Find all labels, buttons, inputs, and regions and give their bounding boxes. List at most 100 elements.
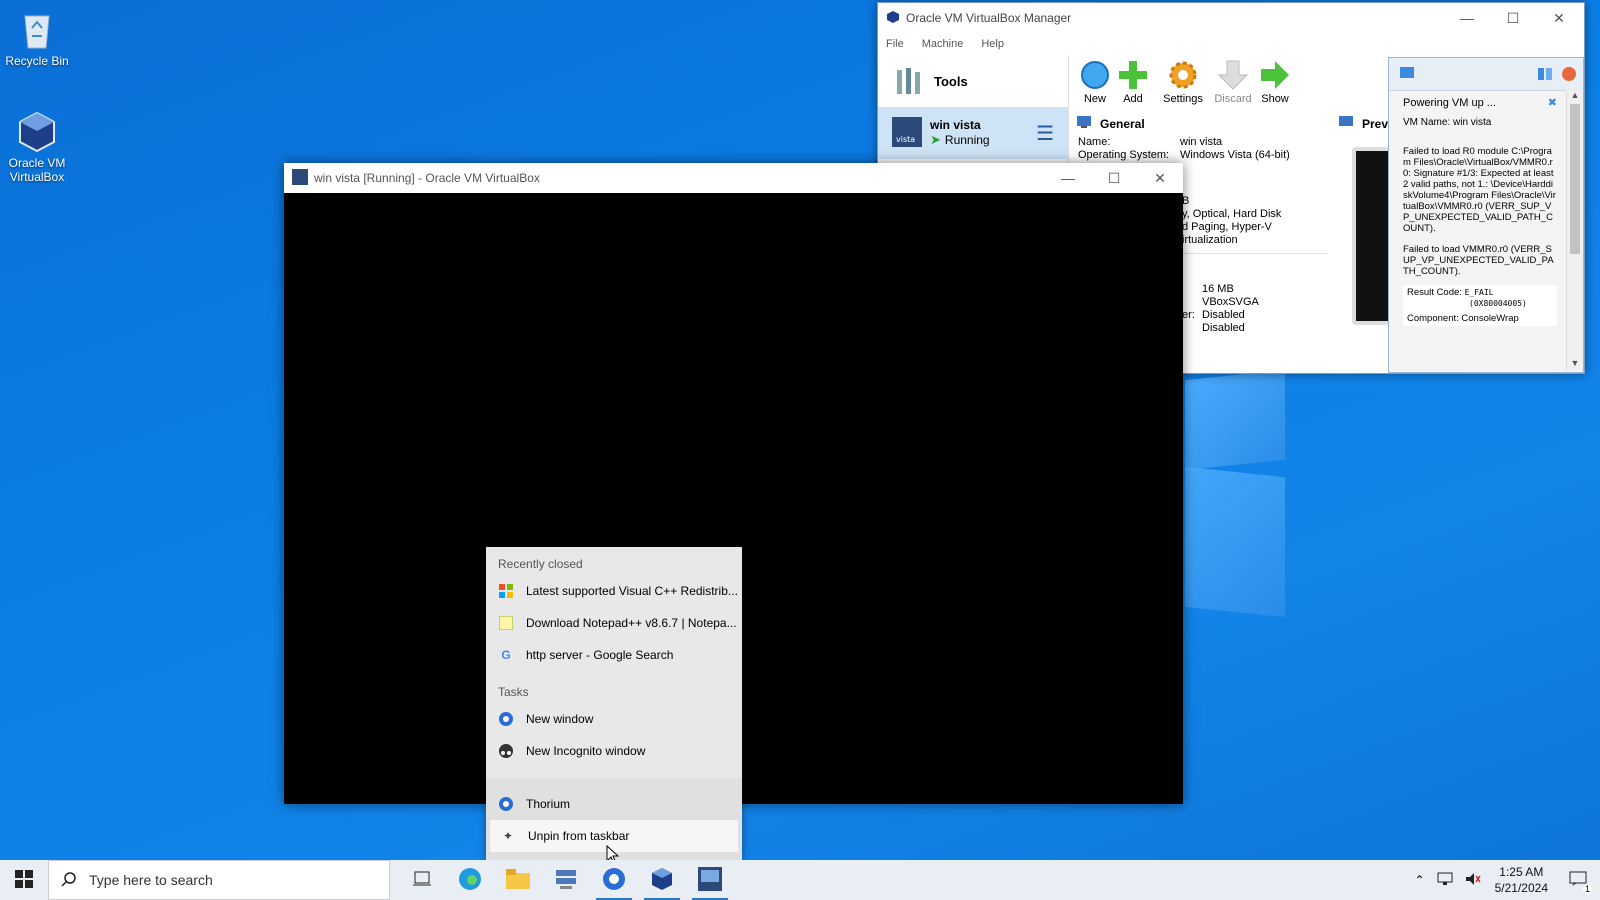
- network-icon[interactable]: [1431, 872, 1459, 889]
- taskbar-edge[interactable]: [446, 860, 494, 900]
- recent-item[interactable]: Latest supported Visual C++ Redistrib...: [486, 575, 742, 607]
- notepad-plus-plus-icon: [498, 615, 514, 631]
- maximize-button[interactable]: ☐: [1091, 163, 1137, 193]
- detail-video-capture: Disabled: [1202, 322, 1245, 334]
- taskbar-thorium[interactable]: [590, 860, 638, 900]
- taskbar-search-box[interactable]: Type here to search: [48, 860, 390, 900]
- unpin-label: Unpin from taskbar: [528, 829, 630, 843]
- task-new-window[interactable]: New window: [486, 703, 742, 735]
- scroll-thumb[interactable]: [1570, 104, 1580, 254]
- notification-vm-name: VM Name: win vista: [1403, 117, 1492, 128]
- close-button[interactable]: ✕: [1536, 3, 1582, 33]
- detail-value: win vista: [1180, 136, 1223, 148]
- taskbar-file-explorer[interactable]: [494, 860, 542, 900]
- discard-button[interactable]: Discard: [1210, 59, 1256, 105]
- thorium-icon: [498, 711, 514, 727]
- notification-icon[interactable]: [1399, 66, 1415, 85]
- chevron-up-icon[interactable]: ⌃: [1409, 873, 1431, 887]
- scroll-up-icon[interactable]: ▲: [1567, 90, 1583, 100]
- app-item-thorium[interactable]: Thorium: [486, 788, 742, 820]
- search-placeholder: Type here to search: [89, 872, 213, 888]
- folder-icon: [506, 868, 530, 892]
- vm-window-title: win vista [Running] - Oracle VM VirtualB…: [314, 171, 540, 185]
- detail-key: Operating System:: [1078, 149, 1170, 161]
- detail-value: Windows Vista (64-bit): [1180, 149, 1290, 161]
- general-section-header[interactable]: General: [1070, 111, 1328, 136]
- manager-titlebar: Oracle VM VirtualBox Manager — ☐ ✕: [878, 3, 1584, 33]
- taskbar-clock[interactable]: 1:25 AM 5/21/2024: [1487, 864, 1556, 896]
- taskbar-vista-vm[interactable]: [686, 860, 734, 900]
- task-view-button[interactable]: [398, 860, 446, 900]
- notification-close-icon[interactable]: ✖: [1548, 98, 1557, 109]
- machine-menu-icon[interactable]: ☰: [1036, 121, 1054, 146]
- tools-icon: [894, 64, 924, 99]
- windows-logo-pane: [1185, 466, 1285, 618]
- detail-video-memory: 16 MB: [1202, 283, 1234, 295]
- thorium-icon: [602, 867, 626, 894]
- recently-closed-header: Recently closed: [498, 557, 583, 571]
- manager-title: Oracle VM VirtualBox Manager: [906, 11, 1072, 25]
- show-label: Show: [1261, 93, 1289, 105]
- new-gear-icon: [1079, 59, 1111, 91]
- result-code-label: Result Code:: [1407, 287, 1462, 298]
- detail-video-controller: VBoxSVGA: [1202, 296, 1259, 308]
- windows-logo-pane: [1185, 369, 1285, 471]
- vm-name: win vista: [930, 118, 981, 132]
- detail-partial-text: irtualization: [1182, 234, 1238, 246]
- show-arrow-icon: [1259, 59, 1291, 91]
- task-label: New Incognito window: [526, 744, 646, 758]
- recent-item[interactable]: G http server - Google Search: [486, 639, 742, 671]
- desktop-icon-virtualbox[interactable]: Oracle VM VirtualBox: [0, 110, 74, 184]
- menu-machine[interactable]: Machine: [922, 38, 964, 50]
- system-tray: ⌃ 1:25 AM 5/21/2024 1: [1409, 860, 1600, 900]
- minimize-button[interactable]: —: [1444, 3, 1490, 33]
- start-button[interactable]: [0, 860, 48, 900]
- notification-item: Powering VM up ... ✖ VM Name: win vista …: [1389, 90, 1563, 370]
- maximize-button[interactable]: ☐: [1490, 3, 1536, 33]
- detail-os-row: Operating System: Windows Vista (64-bit): [1070, 149, 1328, 162]
- edge-icon: [458, 867, 482, 894]
- clear-all-icon[interactable]: [1561, 66, 1577, 85]
- task-view-icon: [413, 871, 431, 890]
- settings-button[interactable]: Settings: [1160, 59, 1206, 105]
- recent-item[interactable]: Download Notepad++ v8.6.7 | Notepa...: [486, 607, 742, 639]
- scroll-down-icon[interactable]: ▼: [1567, 358, 1583, 368]
- settings-label: Settings: [1163, 93, 1203, 105]
- vm-window-titlebar: win vista [Running] - Oracle VM VirtualB…: [284, 163, 1183, 193]
- volume-muted-icon[interactable]: [1459, 872, 1487, 889]
- action-center-button[interactable]: 1: [1556, 860, 1600, 900]
- discard-label: Discard: [1214, 93, 1252, 105]
- incognito-icon: [498, 743, 514, 759]
- recent-item-label: Latest supported Visual C++ Redistrib...: [526, 584, 738, 598]
- component-text: Component: ConsoleWrap: [1407, 313, 1519, 324]
- toggle-order-icon[interactable]: [1537, 66, 1553, 85]
- menu-help[interactable]: Help: [981, 38, 1004, 50]
- result-code-value: E_FAIL: [1464, 288, 1494, 297]
- menu-file[interactable]: File: [886, 38, 904, 50]
- server-manager-icon: [554, 868, 578, 893]
- unpin-icon: ✦: [502, 829, 514, 843]
- microsoft-logo-icon: [498, 583, 514, 599]
- tools-item[interactable]: Tools: [878, 55, 1068, 107]
- vm-list-item[interactable]: vista win vista ➤ Running ☰: [878, 107, 1068, 159]
- task-new-incognito-window[interactable]: New Incognito window: [486, 735, 742, 767]
- result-code-hex: (0X80004005): [1469, 299, 1527, 308]
- add-button[interactable]: Add: [1110, 59, 1156, 105]
- minimize-button[interactable]: —: [1045, 163, 1091, 193]
- show-button[interactable]: Show: [1252, 59, 1298, 105]
- desktop-icon-recycle-bin[interactable]: Recycle Bin: [0, 8, 74, 68]
- detail-key: Name:: [1078, 136, 1111, 148]
- notification-scrollbar[interactable]: ▲ ▼: [1566, 90, 1583, 370]
- close-button[interactable]: ✕: [1137, 163, 1183, 193]
- taskbar-virtualbox[interactable]: [638, 860, 686, 900]
- virtualbox-cube-icon: [16, 110, 58, 153]
- tools-label: Tools: [934, 73, 968, 89]
- detail-name-row: Name: win vista: [1070, 136, 1328, 149]
- taskbar: Type here to search ⌃ 1:25 AM 5/21/2024 …: [0, 860, 1600, 900]
- google-g-icon: G: [501, 648, 511, 662]
- detail-partial-text: d Paging, Hyper-V: [1182, 221, 1272, 233]
- virtualbox-cube-icon: [650, 867, 674, 894]
- vista-window-icon: [292, 168, 308, 188]
- taskbar-server-app[interactable]: [542, 860, 590, 900]
- preview-title: Prev: [1362, 116, 1389, 131]
